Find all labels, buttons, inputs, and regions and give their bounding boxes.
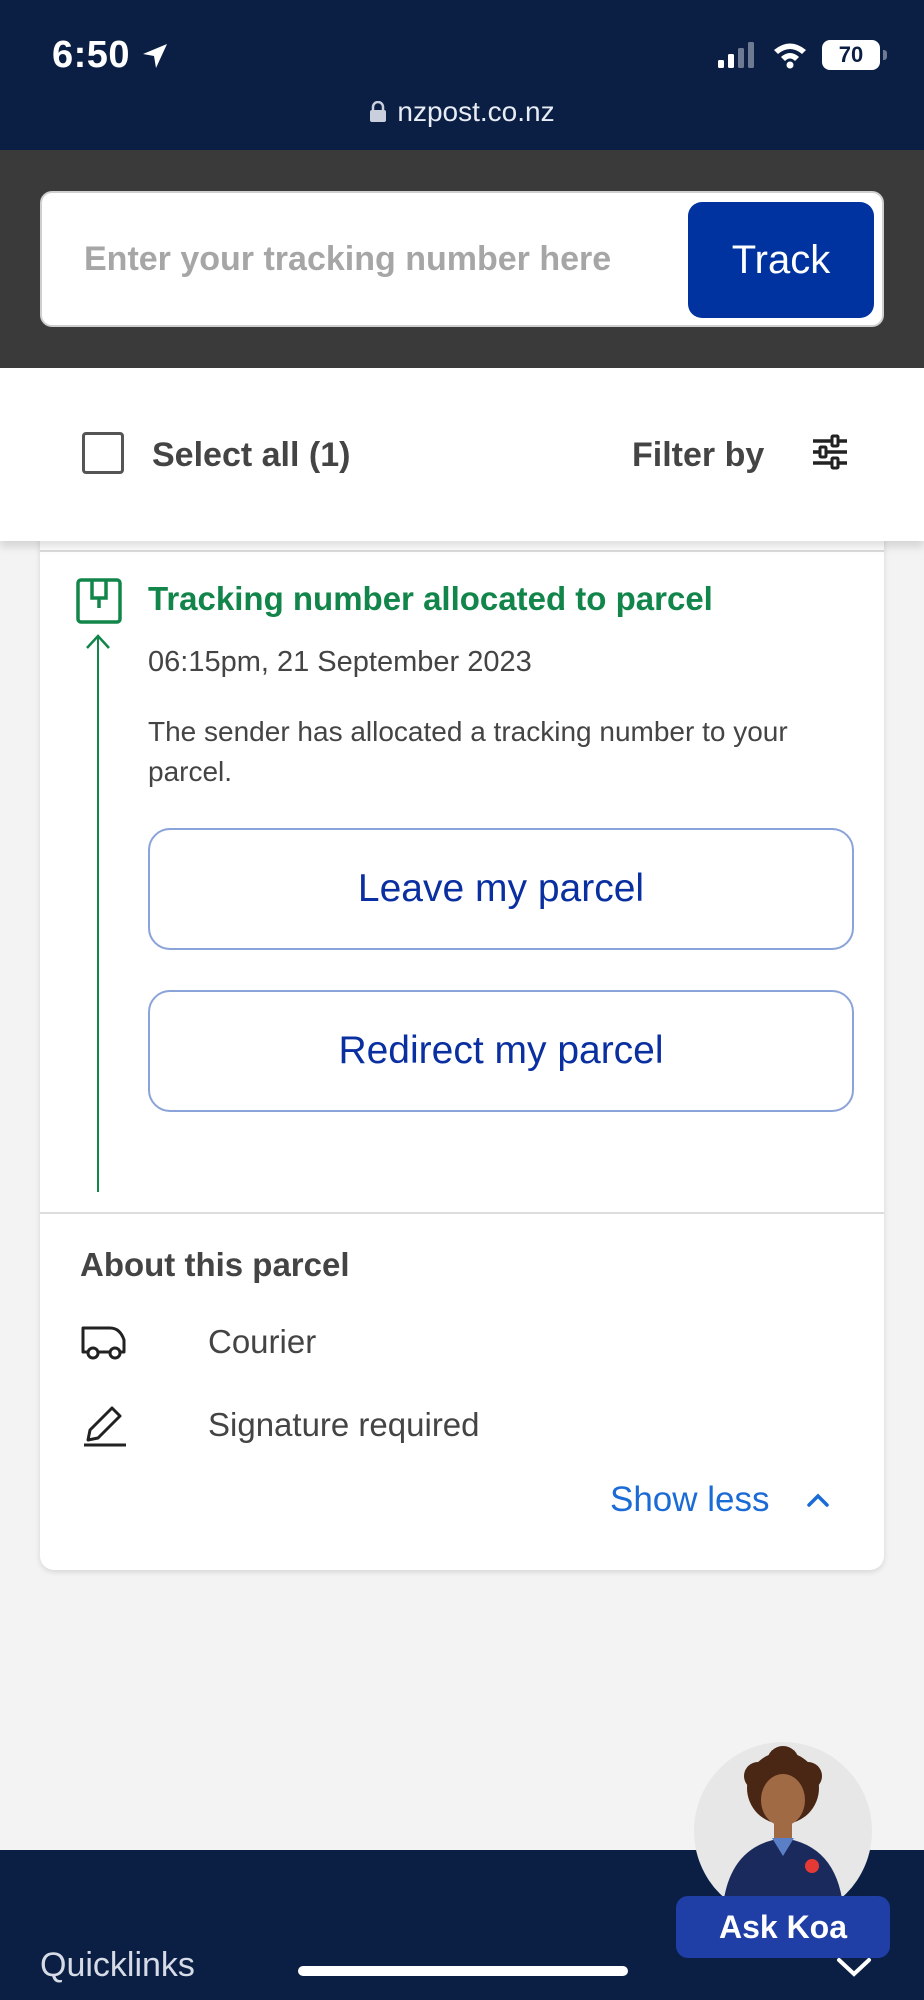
chevron-down-icon[interactable] xyxy=(836,1955,872,1979)
location-arrow-icon xyxy=(143,43,168,68)
wifi-icon xyxy=(774,43,806,69)
show-less-link[interactable]: Show less xyxy=(610,1480,830,1520)
status-bar: 6:50 70 nzpost.co.nz xyxy=(0,0,924,150)
ask-koa-button[interactable]: Ask Koa xyxy=(676,1896,890,1958)
status-time: 6:50 xyxy=(52,34,170,77)
home-indicator xyxy=(298,1966,628,1976)
battery-level: 70 xyxy=(838,42,864,67)
koa-avatar[interactable] xyxy=(694,1742,872,1920)
section-divider xyxy=(40,1212,884,1214)
timeline-line xyxy=(97,638,99,1192)
parcel-card: Tracking number allocated to parcel 06:1… xyxy=(40,530,884,1570)
signature-row: Signature required xyxy=(80,1402,480,1448)
battery-icon: 70 xyxy=(822,40,887,70)
select-all-label[interactable]: Select all (1) xyxy=(152,436,350,475)
quicklinks-label[interactable]: Quicklinks xyxy=(40,1946,195,1985)
select-bar: Select all (1) Filter by xyxy=(0,368,924,541)
url-text: nzpost.co.nz xyxy=(397,96,555,127)
signature-label: Signature required xyxy=(208,1406,480,1443)
courier-label: Courier xyxy=(208,1323,317,1360)
event-description: The sender has allocated a tracking numb… xyxy=(148,716,788,787)
track-button[interactable]: Track xyxy=(688,202,874,318)
filter-by-label[interactable]: Filter by xyxy=(632,436,764,475)
pen-icon xyxy=(84,1406,126,1447)
status-icons: 70 xyxy=(718,40,887,70)
event-timestamp: 06:15pm, 21 September 2023 xyxy=(148,646,532,678)
tracking-number-input[interactable] xyxy=(84,229,674,289)
tracking-search-band: Track xyxy=(0,150,924,368)
courier-row: Courier xyxy=(80,1322,316,1362)
chevron-up-icon xyxy=(806,1493,829,1507)
leave-my-parcel-button[interactable]: Leave my parcel xyxy=(148,828,854,950)
signal-icon xyxy=(718,42,754,68)
koa-person-illustration xyxy=(722,1746,844,1920)
time-text: 6:50 xyxy=(52,34,131,76)
card-divider-top xyxy=(40,550,884,552)
show-less-label: Show less xyxy=(610,1480,770,1519)
tracking-search-box: Track xyxy=(40,191,884,327)
select-all-checkbox[interactable] xyxy=(82,432,124,474)
lock-icon xyxy=(370,101,387,122)
event-title: Tracking number allocated to parcel xyxy=(148,580,713,617)
filter-sliders-icon[interactable] xyxy=(810,432,850,472)
redirect-my-parcel-button[interactable]: Redirect my parcel xyxy=(148,990,854,1112)
parcel-box-icon xyxy=(76,578,122,624)
about-parcel-title: About this parcel xyxy=(80,1246,350,1283)
courier-van-icon xyxy=(81,1326,126,1360)
address-bar[interactable]: nzpost.co.nz xyxy=(0,96,924,128)
